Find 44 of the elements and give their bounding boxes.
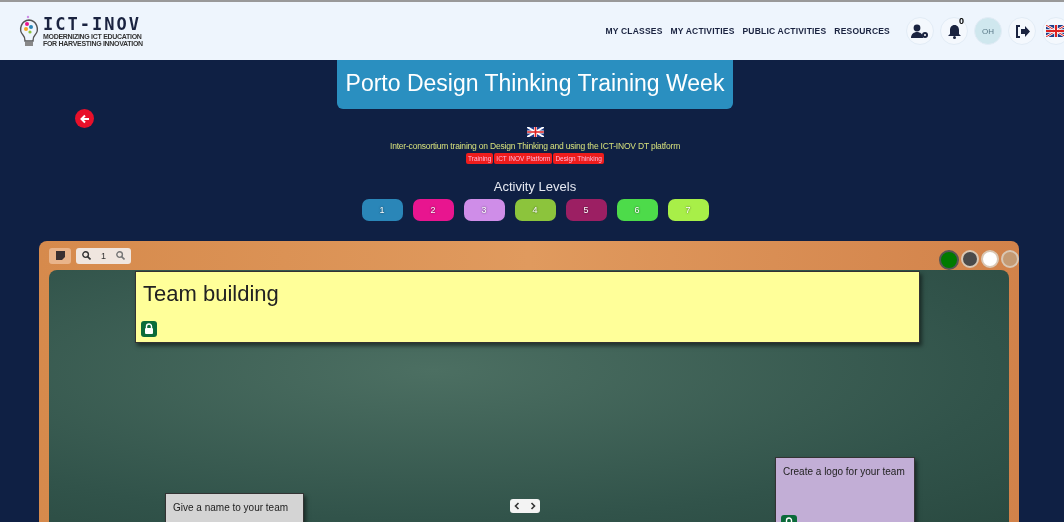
zoom-in-button[interactable]: [116, 251, 125, 260]
note-text: Give a name to your team: [173, 502, 289, 513]
logout-button[interactable]: [1008, 17, 1036, 45]
user-gear-icon: [911, 24, 929, 38]
nav-link[interactable]: MY CLASSES: [605, 26, 663, 36]
zoom-level: 1: [100, 250, 107, 261]
back-button[interactable]: [75, 109, 94, 128]
sticky-note[interactable]: Give a name to your team: [165, 493, 304, 522]
logo-wordmark: ICT-INOV: [43, 15, 142, 33]
levels-heading: Activity Levels: [493, 179, 577, 194]
sticky-note[interactable]: Create a logo for your team: [775, 457, 915, 522]
nav-link[interactable]: MY ACTIVITIES: [670, 26, 735, 36]
chevron-right-icon: [530, 502, 536, 510]
note-text: Create a logo for your team: [783, 466, 905, 477]
nav-link[interactable]: PUBLIC ACTIVITIES: [742, 26, 827, 36]
zoom-in-icon: [116, 251, 125, 260]
level-button[interactable]: 5: [565, 199, 607, 221]
uk-flag-icon: [526, 127, 544, 137]
uk-flag-icon: [1046, 25, 1064, 37]
notification-count: 0: [959, 16, 964, 26]
zoom-out-button[interactable]: [82, 251, 91, 260]
note-text: Team building: [143, 281, 279, 307]
zoom-out-icon: [82, 251, 91, 260]
activity-description: Inter-consortium training on Design Thinking and using the ICT-INOV DT platform: [390, 141, 680, 151]
user-settings-button[interactable]: [906, 17, 934, 45]
language-button[interactable]: [1042, 17, 1064, 45]
chevron-left-icon: [514, 502, 520, 510]
activity-title: Porto Design Thinking Training Week: [336, 60, 734, 109]
user-avatar[interactable]: OH: [974, 17, 1002, 45]
lightbulb-logo-icon: [18, 14, 40, 48]
notifications-button[interactable]: 0: [940, 17, 968, 45]
background-swatch[interactable]: [939, 249, 959, 270]
sticky-note[interactable]: Team building: [135, 271, 920, 343]
logout-icon: [1014, 24, 1030, 38]
nav-link[interactable]: RESOURCES: [834, 26, 890, 36]
level-button[interactable]: 2: [412, 199, 454, 221]
lock-icon[interactable]: [141, 321, 157, 337]
previous-button[interactable]: [514, 502, 520, 510]
note-button[interactable]: [49, 247, 71, 264]
level-button[interactable]: 1: [361, 199, 403, 221]
bell-icon: [947, 23, 961, 39]
arrow-left-icon: [79, 113, 90, 124]
note-icon: [55, 251, 65, 260]
next-button[interactable]: [530, 502, 536, 510]
